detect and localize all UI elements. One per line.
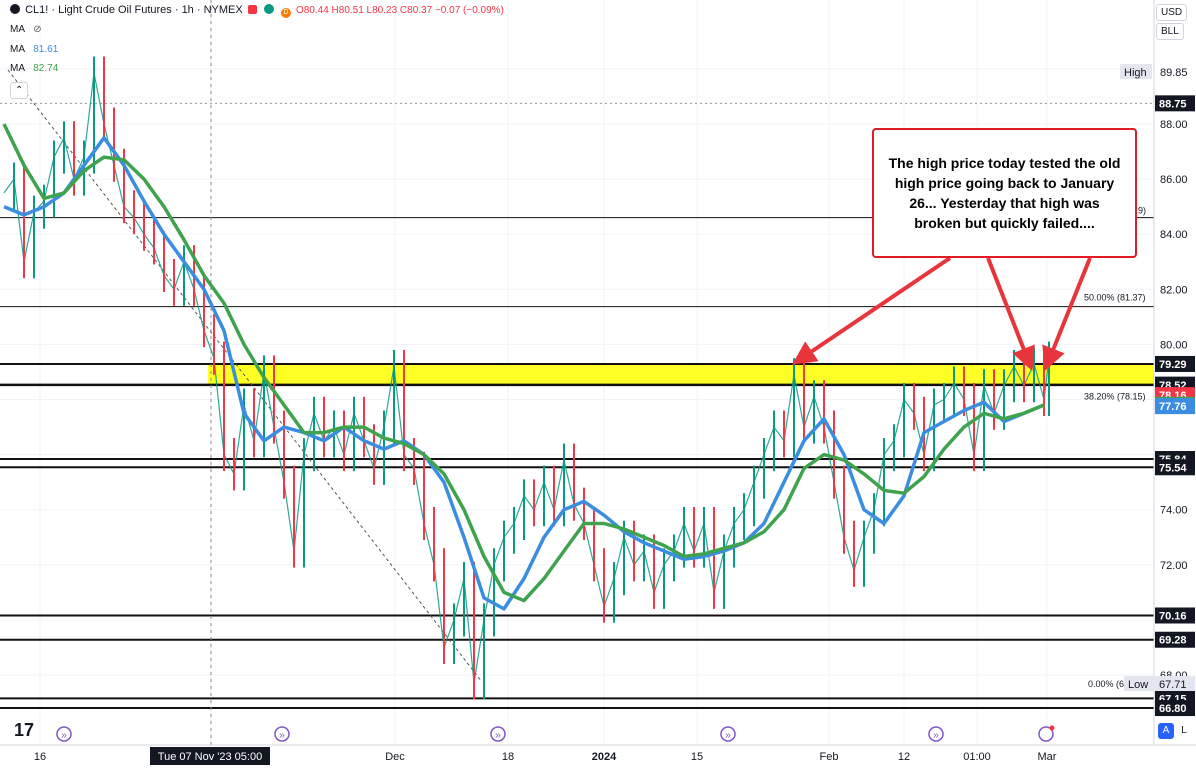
ma-label: MA [10,63,25,74]
time-tick-label: 12 [898,751,910,763]
chart-header: CL1! · Light Crude Oil Futures · 1h · NY… [8,4,504,18]
delayed-badge: D [280,8,291,18]
time-tick-label: Feb [820,751,839,763]
price-tick-label: 82.00 [1160,284,1188,296]
event-alert-dot [1049,725,1055,731]
fib-label: 9) [1138,206,1146,216]
annotation-arrow [792,256,952,365]
price-tick-label: 72.00 [1160,560,1188,572]
time-tick-label: 01:00 [963,751,991,763]
flag-icon[interactable] [247,5,257,14]
annotation-callout: The high price today tested the old high… [872,128,1137,258]
time-tick-label: Mar [1038,751,1057,763]
level-price-tag: 79.29 [1159,359,1187,371]
price-tick-label: 74.00 [1160,505,1188,517]
currency-selector[interactable]: USD [1156,4,1188,21]
price-tick-label: 86.00 [1160,174,1188,186]
eye-off-icon[interactable]: ⊘ [33,24,41,35]
indicator-ma-fast[interactable]: MA 81.61 [10,44,58,55]
fib-label: 50.00% (81.37) [1084,293,1146,303]
level-price-tag: 75.54 [1159,462,1187,474]
unit-selector[interactable]: BLL [1156,23,1184,40]
time-tick-label: 2024 [592,751,617,763]
price-tick-label: 80.00 [1160,339,1188,351]
low-label: Low [1128,679,1148,691]
log-scale-button[interactable]: L [1176,723,1192,739]
price-tag: 77.76 [1159,401,1187,413]
low-value: 67.71 [1159,679,1187,691]
time-tick-label: Dec [385,751,405,763]
collapse-legend-button[interactable]: ⌃ [10,82,29,99]
price-tick-label: 84.00 [1160,229,1188,241]
price-tick-label: 88.00 [1160,119,1188,131]
time-tick-label: 18 [502,751,514,763]
level-price-tag: 66.80 [1159,703,1187,715]
ma-slow-value: 82.74 [33,63,59,74]
symbol-icon [10,4,20,14]
event-marker-glyph: » [495,730,501,741]
price-chart[interactable]: 50.00% (81.37)38.20% (78.15)0.00% (67.71… [0,0,1196,770]
crosshair-time-label: Tue 07 Nov '23 05:00 [158,751,262,763]
time-tick-label: 16 [34,751,46,763]
symbol-title[interactable]: CL1! · Light Crude Oil Futures · 1h · NY… [25,4,243,16]
high-value: 89.85 [1160,67,1188,79]
event-marker-glyph: » [933,730,939,741]
event-marker-glyph: » [279,730,285,741]
tradingview-logo[interactable]: 17 [14,720,34,741]
high-label: High [1124,67,1147,79]
status-dot-icon [263,4,274,14]
ma-label: MA [10,24,25,35]
ohlc-values: O80.44 H80.51 L80.23 C80.37 −0.07 (−0.09… [295,5,504,16]
ma-label: MA [10,44,25,55]
event-markers: » » » » » [56,725,1055,742]
time-tick-label: 15 [691,751,703,763]
auto-scale-button[interactable]: A [1158,723,1174,739]
indicator-ma-slow[interactable]: MA 82.74 [10,63,58,74]
level-price-tag: 69.28 [1159,635,1187,647]
event-marker-glyph: » [725,730,731,741]
event-marker-glyph: » [61,730,67,741]
indicator-ma-visibility[interactable]: MA ⊘ [10,24,42,35]
fib-label: 38.20% (78.15) [1084,391,1146,401]
level-price-tag: 70.16 [1159,610,1187,622]
price-tag: 88.75 [1159,98,1187,110]
resistance-zone [208,363,1154,385]
ma-fast-value: 81.61 [33,44,59,55]
